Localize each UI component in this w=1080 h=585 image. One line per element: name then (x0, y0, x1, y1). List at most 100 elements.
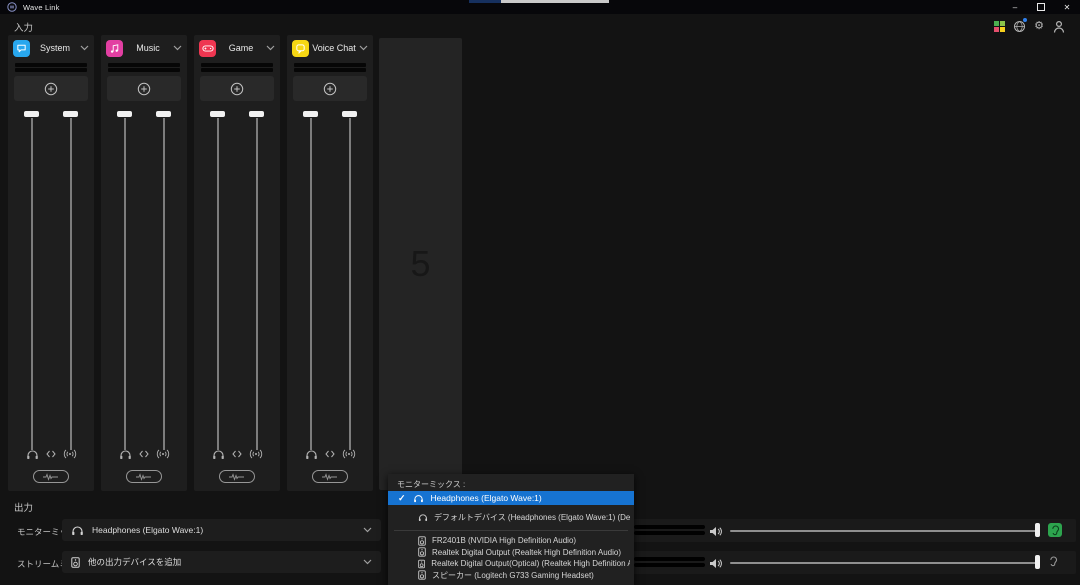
volume-speaker-icon[interactable] (709, 524, 722, 542)
waveform-icon (135, 473, 153, 481)
wave-link-logo-icon (7, 2, 17, 12)
stream-output-controls (630, 551, 1076, 574)
stream-broadcast-icon[interactable] (156, 449, 170, 459)
account-icon[interactable] (1052, 19, 1066, 33)
fader-handle[interactable] (156, 111, 171, 117)
headphones-icon[interactable] (26, 449, 39, 460)
close-button[interactable]: ✕ (1054, 0, 1080, 14)
waveform-toggle-button[interactable] (219, 470, 255, 483)
slider-handle[interactable] (1035, 555, 1040, 569)
popup-title: モニターミックス : (397, 479, 465, 490)
waveform-icon (42, 473, 60, 481)
monitor-volume-fader[interactable] (22, 105, 42, 450)
link-faders-icon[interactable] (139, 450, 149, 458)
speaker-device-icon (71, 557, 80, 568)
empty-channel-slot[interactable]: 5 (379, 38, 462, 490)
monitor-mix-dropdown[interactable]: Headphones (Elgato Wave:1) (62, 519, 381, 541)
voice-chat-channel-icon (292, 40, 309, 57)
stream-volume-fader[interactable] (61, 105, 81, 450)
headphones-icon[interactable] (212, 449, 225, 460)
waveform-toggle-button[interactable] (312, 470, 348, 483)
monitor-volume-fader[interactable] (115, 105, 135, 450)
marketplace-icon[interactable] (992, 19, 1006, 33)
popup-item-label: FR2401B (NVIDIA High Definition Audio) (432, 536, 576, 545)
channel-name: Music (123, 43, 173, 53)
headphones-icon[interactable] (305, 449, 318, 460)
chevron-down-icon (359, 45, 368, 51)
popup-item-selected[interactable]: ✓ Headphones (Elgato Wave:1) (388, 491, 634, 505)
add-effect-button[interactable] (14, 76, 88, 101)
fader-handle[interactable] (117, 111, 132, 117)
level-meter (201, 63, 273, 72)
link-faders-icon[interactable] (325, 450, 335, 458)
speaker-device-icon (418, 547, 426, 557)
add-effect-button[interactable] (107, 76, 181, 101)
channel-strip-game: Game (194, 35, 280, 491)
stream-broadcast-icon[interactable] (63, 449, 77, 459)
headphones-icon (71, 525, 84, 536)
channel-name: Game (216, 43, 266, 53)
channel-header[interactable]: Music (101, 35, 187, 61)
stream-ear-button[interactable] (1049, 556, 1058, 567)
volume-speaker-icon[interactable] (709, 556, 722, 574)
settings-gear-icon[interactable]: ⚙ (1032, 19, 1046, 33)
popup-item-label: デフォルトデバイス (Headphones (Elgato Wave:1) (D… (434, 512, 630, 523)
waveform-toggle-button[interactable] (33, 470, 69, 483)
add-effect-button[interactable] (293, 76, 367, 101)
popup-item-label: Realtek Digital Output (Realtek High Def… (432, 548, 621, 557)
stream-broadcast-icon[interactable] (342, 449, 356, 459)
chevron-down-icon (266, 45, 275, 51)
slot-number: 5 (379, 243, 462, 285)
fader-handle[interactable] (63, 111, 78, 117)
monitor-ear-button[interactable] (1048, 523, 1062, 537)
fader-handle[interactable] (303, 111, 318, 117)
chevron-down-icon (173, 45, 182, 51)
monitor-volume-fader[interactable] (208, 105, 228, 450)
ear-icon (1049, 556, 1058, 567)
link-faders-icon[interactable] (46, 450, 56, 458)
check-icon: ✓ (398, 493, 406, 504)
fader-handle[interactable] (210, 111, 225, 117)
updates-icon[interactable] (1012, 19, 1026, 33)
ear-icon (1051, 525, 1060, 536)
speaker-device-icon (418, 536, 426, 546)
output-level-meter (634, 525, 705, 536)
channel-header[interactable]: Voice Chat (287, 35, 373, 61)
popup-item-device[interactable]: スピーカー (Logitech G733 Gaming Headset) (418, 569, 630, 582)
channel-strip-voice-chat: Voice Chat (287, 35, 373, 491)
link-faders-icon[interactable] (232, 450, 242, 458)
maximize-icon (1037, 3, 1045, 11)
maximize-button[interactable] (1028, 0, 1054, 14)
minimize-button[interactable]: – (1002, 0, 1028, 14)
add-effect-button[interactable] (200, 76, 274, 101)
channel-header[interactable]: Game (194, 35, 280, 61)
fader-handle[interactable] (342, 111, 357, 117)
monitor-output-controls (630, 519, 1076, 542)
popup-item-label: Headphones (Elgato Wave:1) (431, 493, 542, 503)
background-window-artifact-light (501, 0, 609, 3)
waveform-toggle-button[interactable] (126, 470, 162, 483)
monitor-volume-slider[interactable] (730, 530, 1040, 532)
level-meter (294, 63, 366, 72)
stream-volume-fader[interactable] (340, 105, 360, 450)
stream-broadcast-icon[interactable] (249, 449, 263, 459)
fader-handle[interactable] (24, 111, 39, 117)
stream-volume-fader[interactable] (154, 105, 174, 450)
monitor-volume-fader[interactable] (301, 105, 321, 450)
stream-volume-slider[interactable] (730, 562, 1040, 564)
chevron-down-icon (363, 527, 372, 533)
wave-link-window: Wave Link – ✕ ⚙ 入力 System (0, 0, 1080, 585)
stream-volume-fader[interactable] (247, 105, 267, 450)
channel-strip-system: System (8, 35, 94, 491)
fader-handle[interactable] (249, 111, 264, 117)
stream-mix-value: 他の出力デバイスを追加 (88, 556, 363, 568)
colored-grid-icon (994, 21, 1005, 32)
level-meter (108, 63, 180, 72)
slider-handle[interactable] (1035, 523, 1040, 537)
popup-item-label: Realtek Digital Output(Optical) (Realtek… (431, 559, 630, 568)
stream-mix-dropdown[interactable]: 他の出力デバイスを追加 (62, 551, 381, 573)
chevron-down-icon (80, 45, 89, 51)
headphones-icon[interactable] (119, 449, 132, 460)
popup-item-default-device[interactable]: デフォルトデバイス (Headphones (Elgato Wave:1) (D… (418, 511, 630, 524)
channel-header[interactable]: System (8, 35, 94, 61)
